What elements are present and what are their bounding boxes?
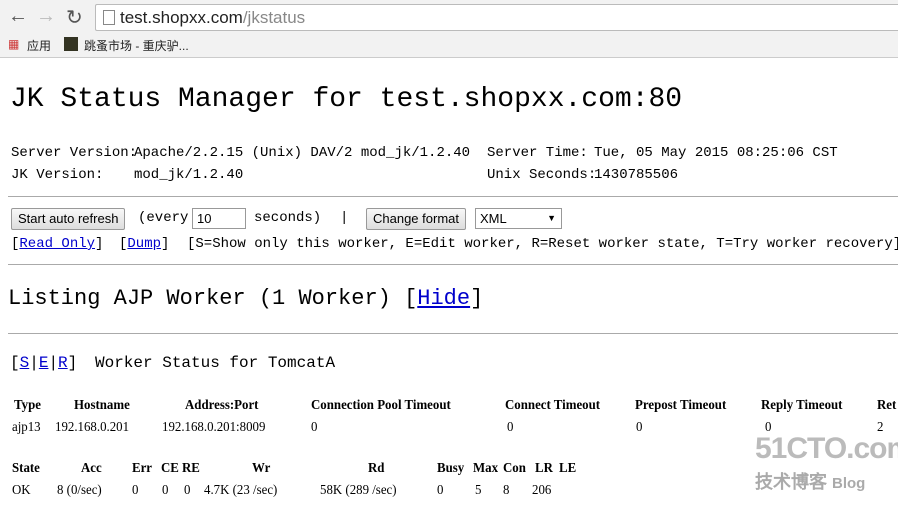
table-cell: OK (12, 483, 31, 498)
dump-link-wrap: [Dump] (119, 236, 170, 252)
table-cell: 192.168.0.201:8009 (162, 420, 266, 435)
divider (8, 333, 898, 334)
table-cell: 0 (162, 483, 169, 498)
table-cell: 8 (0/sec) (57, 483, 102, 498)
server-time-label: Server Time: (487, 145, 588, 161)
dump-link[interactable]: Dump (127, 236, 161, 252)
column-header: Acc (81, 461, 102, 476)
server-version: Apache/2.2.15 (Unix) DAV/2 mod_jk/1.2.40 (134, 145, 471, 161)
column-header: Err (132, 461, 153, 476)
read-only-link-wrap: [Read Only] (11, 236, 104, 252)
table-cell: 0 (437, 483, 444, 498)
format-select[interactable]: XML ▼ (475, 208, 562, 229)
column-header: Connect Timeout (505, 398, 601, 413)
table-cell: ajp13 (12, 420, 41, 435)
jk-version: mod_jk/1.2.40 (134, 167, 244, 183)
column-header: Max (473, 461, 499, 476)
column-header: Busy (437, 461, 465, 476)
chevron-down-icon: ▼ (547, 213, 556, 223)
read-only-link[interactable]: Read Only (19, 236, 95, 252)
table-cell: 0 (765, 420, 772, 435)
unix-seconds-label: Unix Seconds: (487, 167, 597, 183)
column-header: Con (503, 461, 526, 476)
column-header: Wr (252, 461, 271, 476)
seconds-label: seconds) (254, 210, 322, 226)
table-cell: 192.168.0.201 (55, 420, 130, 435)
column-header: Rd (368, 461, 385, 476)
server-time: Tue, 05 May 2015 08:25:06 CST (594, 145, 838, 161)
start-auto-refresh-button[interactable]: Start auto refresh (11, 208, 126, 230)
table-cell: 0 (507, 420, 514, 435)
reset-worker-link[interactable]: R (58, 354, 68, 372)
legend-text: [S=Show only this worker, E=Edit worker,… (187, 236, 898, 252)
column-header: Address:Port (185, 398, 259, 413)
edit-worker-link[interactable]: E (39, 354, 49, 372)
page-title: JK Status Manager for test.shopxx.com:80 (10, 84, 683, 115)
column-header: State (12, 461, 40, 476)
column-header: Connection Pool Timeout (311, 398, 451, 413)
change-format-button[interactable]: Change format (366, 208, 466, 230)
table-cell: 4.7K (23 /sec) (204, 483, 278, 498)
divider (8, 264, 898, 265)
address-bar[interactable]: test.shopxx.com/jkstatus (95, 4, 898, 31)
watermark-logo-sub: 技术博客 Blog (755, 472, 866, 492)
apps-icon: ▦ (8, 37, 20, 51)
bookmark-apps[interactable]: 应用 (27, 37, 51, 54)
table-cell: 0 (311, 420, 318, 435)
table-cell: 2 (877, 420, 884, 435)
separator: | (340, 210, 349, 226)
bookmark-item[interactable]: 跳蚤市场 - 重庆驴... (84, 37, 189, 54)
server-version-label: Server Version: (11, 145, 138, 161)
column-header: Reply Timeout (761, 398, 843, 413)
column-header: Prepost Timeout (635, 398, 727, 413)
column-header: LE (559, 461, 577, 476)
unix-seconds: 1430785506 (594, 167, 679, 183)
divider (8, 196, 898, 197)
refresh-interval-input[interactable]: 10 (192, 208, 246, 229)
table-cell: 0 (636, 420, 643, 435)
column-header: Ret (877, 398, 897, 413)
column-header: RE (182, 461, 200, 476)
table-cell: 5 (475, 483, 482, 498)
every-label: (every (138, 210, 189, 226)
show-worker-link[interactable]: S (20, 354, 30, 372)
listing-heading: Listing AJP Worker (1 Worker) [Hide] (8, 286, 484, 311)
worker-status-title: Worker Status for TomcatA (95, 354, 336, 372)
hide-link[interactable]: Hide (417, 286, 470, 311)
arrow-right-icon[interactable]: → (36, 5, 56, 28)
watermark-logo: 51CTO.com (755, 432, 898, 465)
table-cell: 0 (132, 483, 139, 498)
column-header: Type (14, 398, 41, 413)
reload-icon[interactable]: ↻ (66, 5, 83, 30)
table-cell: 206 (532, 483, 552, 498)
bookmark-favicon (64, 37, 78, 51)
page-icon (103, 10, 115, 25)
jk-version-label: JK Version: (11, 167, 104, 183)
arrow-left-icon[interactable]: ← (8, 5, 28, 28)
column-header: CE (161, 461, 179, 476)
browser-chrome: ← → ↻ test.shopxx.com/jkstatus ▦ 应用 跳蚤市场… (0, 0, 898, 58)
column-header: Hostname (74, 398, 130, 413)
table-cell: 8 (503, 483, 510, 498)
table-cell: 0 (184, 483, 191, 498)
table-cell: 58K (289 /sec) (320, 483, 397, 498)
worker-actions: [S|E|R] (10, 354, 78, 372)
column-header: LR (535, 461, 553, 476)
